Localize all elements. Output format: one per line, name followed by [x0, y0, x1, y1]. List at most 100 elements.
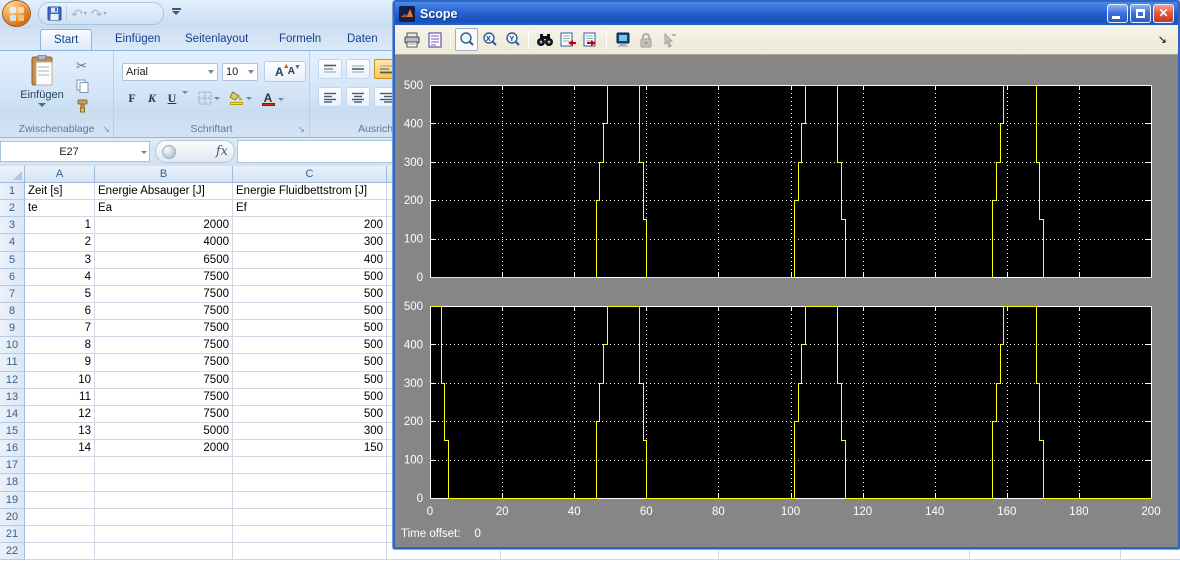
autoscale-icon[interactable]	[533, 28, 556, 51]
cell[interactable]	[233, 508, 387, 526]
cell[interactable]	[25, 457, 95, 475]
cell[interactable]: 7500	[95, 371, 233, 389]
font-color-button[interactable]: A	[258, 91, 286, 107]
cell[interactable]: 13	[25, 422, 95, 441]
bold-button[interactable]: F	[124, 91, 140, 106]
column-header-c[interactable]: C	[233, 166, 387, 183]
maximize-button[interactable]	[1130, 4, 1151, 23]
row-header-19[interactable]: 19	[0, 491, 25, 509]
undo-icon[interactable]: ↶ ▾	[71, 4, 87, 23]
cell[interactable]	[233, 457, 387, 475]
font-name-combo[interactable]: Arial	[122, 63, 218, 81]
align-middle-button[interactable]	[346, 59, 370, 79]
row-header-16[interactable]: 16	[0, 440, 25, 458]
row-header-21[interactable]: 21	[0, 525, 25, 543]
row-header-2[interactable]: 2	[0, 200, 25, 218]
cell[interactable]: 200	[233, 217, 387, 235]
cell[interactable]: 500	[233, 371, 387, 389]
cell[interactable]	[233, 474, 387, 492]
restore-axes-icon[interactable]	[579, 28, 602, 51]
cell[interactable]: 14	[25, 440, 95, 458]
select-all-corner[interactable]	[0, 166, 25, 183]
row-header-8[interactable]: 8	[0, 302, 25, 321]
row-header-11[interactable]: 11	[0, 354, 25, 372]
cell[interactable]: 7500	[95, 285, 233, 303]
save-icon[interactable]	[47, 4, 62, 23]
row-header-4[interactable]: 4	[0, 234, 25, 252]
row-header-5[interactable]: 5	[0, 251, 25, 269]
cell[interactable]: 9	[25, 354, 95, 372]
cell[interactable]: 500	[233, 405, 387, 423]
fill-color-button[interactable]	[226, 91, 254, 106]
cell[interactable]: 1	[25, 217, 95, 235]
customize-quick-access-icon[interactable]	[170, 6, 186, 22]
cell[interactable]: 500	[233, 337, 387, 355]
underline-dropdown[interactable]	[180, 91, 188, 94]
row-header-9[interactable]: 9	[0, 320, 25, 338]
tab-formeln[interactable]: Formeln	[266, 29, 334, 50]
cell[interactable]: 6	[25, 302, 95, 321]
align-top-button[interactable]	[318, 59, 342, 79]
cell[interactable]: 4	[25, 268, 95, 286]
align-left-button[interactable]	[318, 87, 342, 107]
italic-button[interactable]: K	[144, 91, 160, 106]
cell[interactable]	[233, 542, 387, 561]
row-header-7[interactable]: 7	[0, 285, 25, 303]
cell[interactable]: 3	[25, 251, 95, 269]
shrink-font-button[interactable]: A ▼	[288, 64, 301, 77]
cut-icon[interactable]: ✂	[76, 57, 106, 75]
zoom-x-icon[interactable]: X	[478, 28, 501, 51]
cell[interactable]: 5000	[95, 422, 233, 441]
cell[interactable]: 500	[233, 302, 387, 321]
tab-seitenlayout[interactable]: Seitenlayout	[172, 29, 261, 50]
font-size-combo[interactable]: 10	[222, 63, 258, 81]
cell[interactable]: 7500	[95, 354, 233, 372]
row-header-1[interactable]: 1	[0, 183, 25, 201]
cell[interactable]	[25, 474, 95, 492]
tab-daten[interactable]: Daten	[334, 29, 391, 50]
cell[interactable]: 7500	[95, 302, 233, 321]
toolbar-overflow-icon[interactable]: ↘	[1158, 33, 1167, 46]
cell[interactable]: Ea	[95, 200, 233, 218]
cell[interactable]: 6500	[95, 251, 233, 269]
align-center-button[interactable]	[346, 87, 370, 107]
cell[interactable]: 2	[25, 234, 95, 252]
row-header-20[interactable]: 20	[0, 508, 25, 526]
cell[interactable]	[95, 491, 233, 509]
cell[interactable]: 7500	[95, 320, 233, 338]
scope-title-bar[interactable]: Scope ✕	[395, 2, 1178, 25]
cell[interactable]	[95, 525, 233, 543]
cell[interactable]: 500	[233, 320, 387, 338]
cell[interactable]	[95, 542, 233, 561]
cell[interactable]	[25, 525, 95, 543]
zoom-icon[interactable]	[455, 28, 478, 51]
cell[interactable]: 7500	[95, 405, 233, 423]
cell[interactable]: 7500	[95, 388, 233, 406]
row-header-12[interactable]: 12	[0, 371, 25, 389]
grow-font-button[interactable]: A ▲	[275, 63, 290, 79]
save-axes-icon[interactable]	[556, 28, 579, 51]
insert-function-area[interactable]: fx	[155, 140, 235, 163]
cell[interactable]: 300	[233, 234, 387, 252]
minimize-button[interactable]	[1107, 4, 1128, 23]
cell[interactable]	[95, 508, 233, 526]
signal-selection-icon[interactable]	[657, 28, 680, 51]
tab-start[interactable]: Start	[40, 29, 93, 50]
cell[interactable]	[233, 525, 387, 543]
row-header-13[interactable]: 13	[0, 388, 25, 406]
cell[interactable]: 7500	[95, 268, 233, 286]
cell[interactable]	[95, 474, 233, 492]
cell[interactable]: 150	[233, 440, 387, 458]
row-header-10[interactable]: 10	[0, 337, 25, 355]
parameters-icon[interactable]	[423, 28, 446, 51]
name-box[interactable]: E27	[0, 141, 150, 162]
chevron-down-icon[interactable]	[137, 149, 149, 154]
row-header-6[interactable]: 6	[0, 268, 25, 286]
row-header-18[interactable]: 18	[0, 474, 25, 492]
copy-icon[interactable]	[76, 77, 106, 95]
cell[interactable]	[25, 542, 95, 561]
paste-button[interactable]: Einfügen	[16, 54, 68, 125]
cell[interactable]: 7	[25, 320, 95, 338]
cell[interactable]: 8	[25, 337, 95, 355]
cell[interactable]: Energie Fluidbettstrom [J]	[233, 183, 387, 201]
